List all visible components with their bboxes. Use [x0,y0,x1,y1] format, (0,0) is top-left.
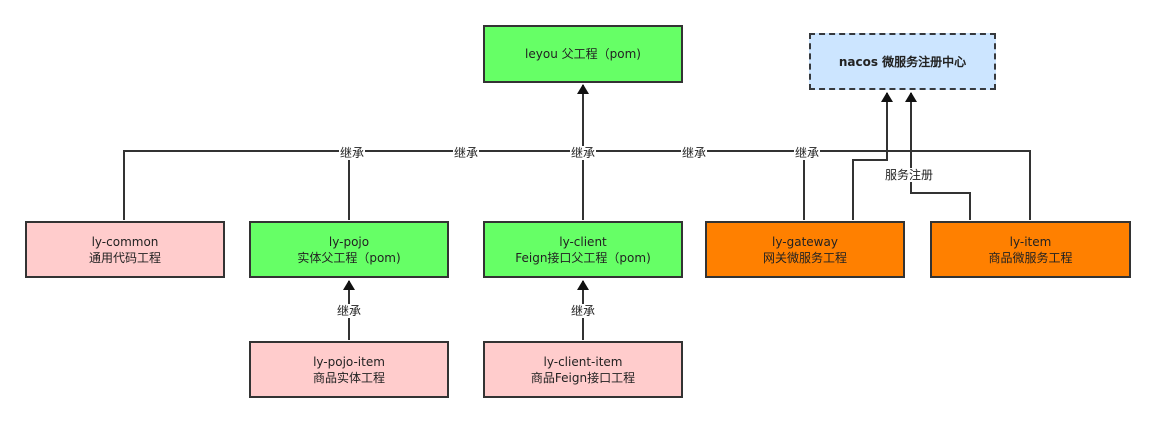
edge-label-inherit: 继承 [452,146,480,160]
edge-label-inherit: 继承 [338,146,366,160]
node-ly-client-item[interactable]: ly-client-item 商品Feign接口工程 [483,341,683,398]
node-title: ly-gateway [772,234,838,249]
edge-label-inherit: 继承 [569,304,597,318]
node-subtitle: 商品实体工程 [312,370,385,385]
node-title: ly-common [91,234,159,249]
node-nacos[interactable]: nacos 微服务注册中心 [809,33,996,90]
node-ly-item[interactable]: ly-item 商品微服务工程 [930,221,1131,278]
node-subtitle: 实体父工程（pom) [297,250,401,265]
node-title: ly-client [559,234,607,249]
node-title: ly-pojo [328,234,370,249]
node-leyou[interactable]: leyou 父工程（pom) [483,25,683,83]
edge-label-inherit: 继承 [569,146,597,160]
node-ly-pojo-item[interactable]: ly-pojo-item 商品实体工程 [249,341,449,398]
edge-label-inherit: 继承 [680,146,708,160]
edge-ly-item-to-nacos [905,92,971,220]
node-title: leyou 父工程（pom) [525,47,641,61]
node-title: ly-client-item [543,354,623,369]
node-subtitle: Feign接口父工程（pom) [515,250,651,265]
edge-label-inherit: 继承 [793,146,821,160]
node-title: ly-item [1009,234,1052,249]
edge-ly-gateway-to-leyou [583,150,805,220]
edge-label-register: 服务注册 [883,168,935,182]
node-title: ly-pojo-item [313,354,385,369]
node-subtitle: 通用代码工程 [88,250,161,265]
node-ly-client[interactable]: ly-client Feign接口父工程（pom) [483,221,683,278]
node-ly-common[interactable]: ly-common 通用代码工程 [25,221,225,278]
edge-ly-item-to-leyou [804,150,1031,220]
node-subtitle: 网关微服务工程 [762,250,847,265]
node-title: nacos 微服务注册中心 [838,54,967,69]
node-subtitle: 商品微服务工程 [988,250,1073,265]
node-ly-gateway[interactable]: ly-gateway 网关微服务工程 [705,221,905,278]
node-subtitle: 商品Feign接口工程 [530,370,636,385]
edge-label-inherit: 继承 [335,304,363,318]
node-ly-pojo[interactable]: ly-pojo 实体父工程（pom) [249,221,449,278]
edge-ly-gateway-to-nacos [852,92,893,220]
